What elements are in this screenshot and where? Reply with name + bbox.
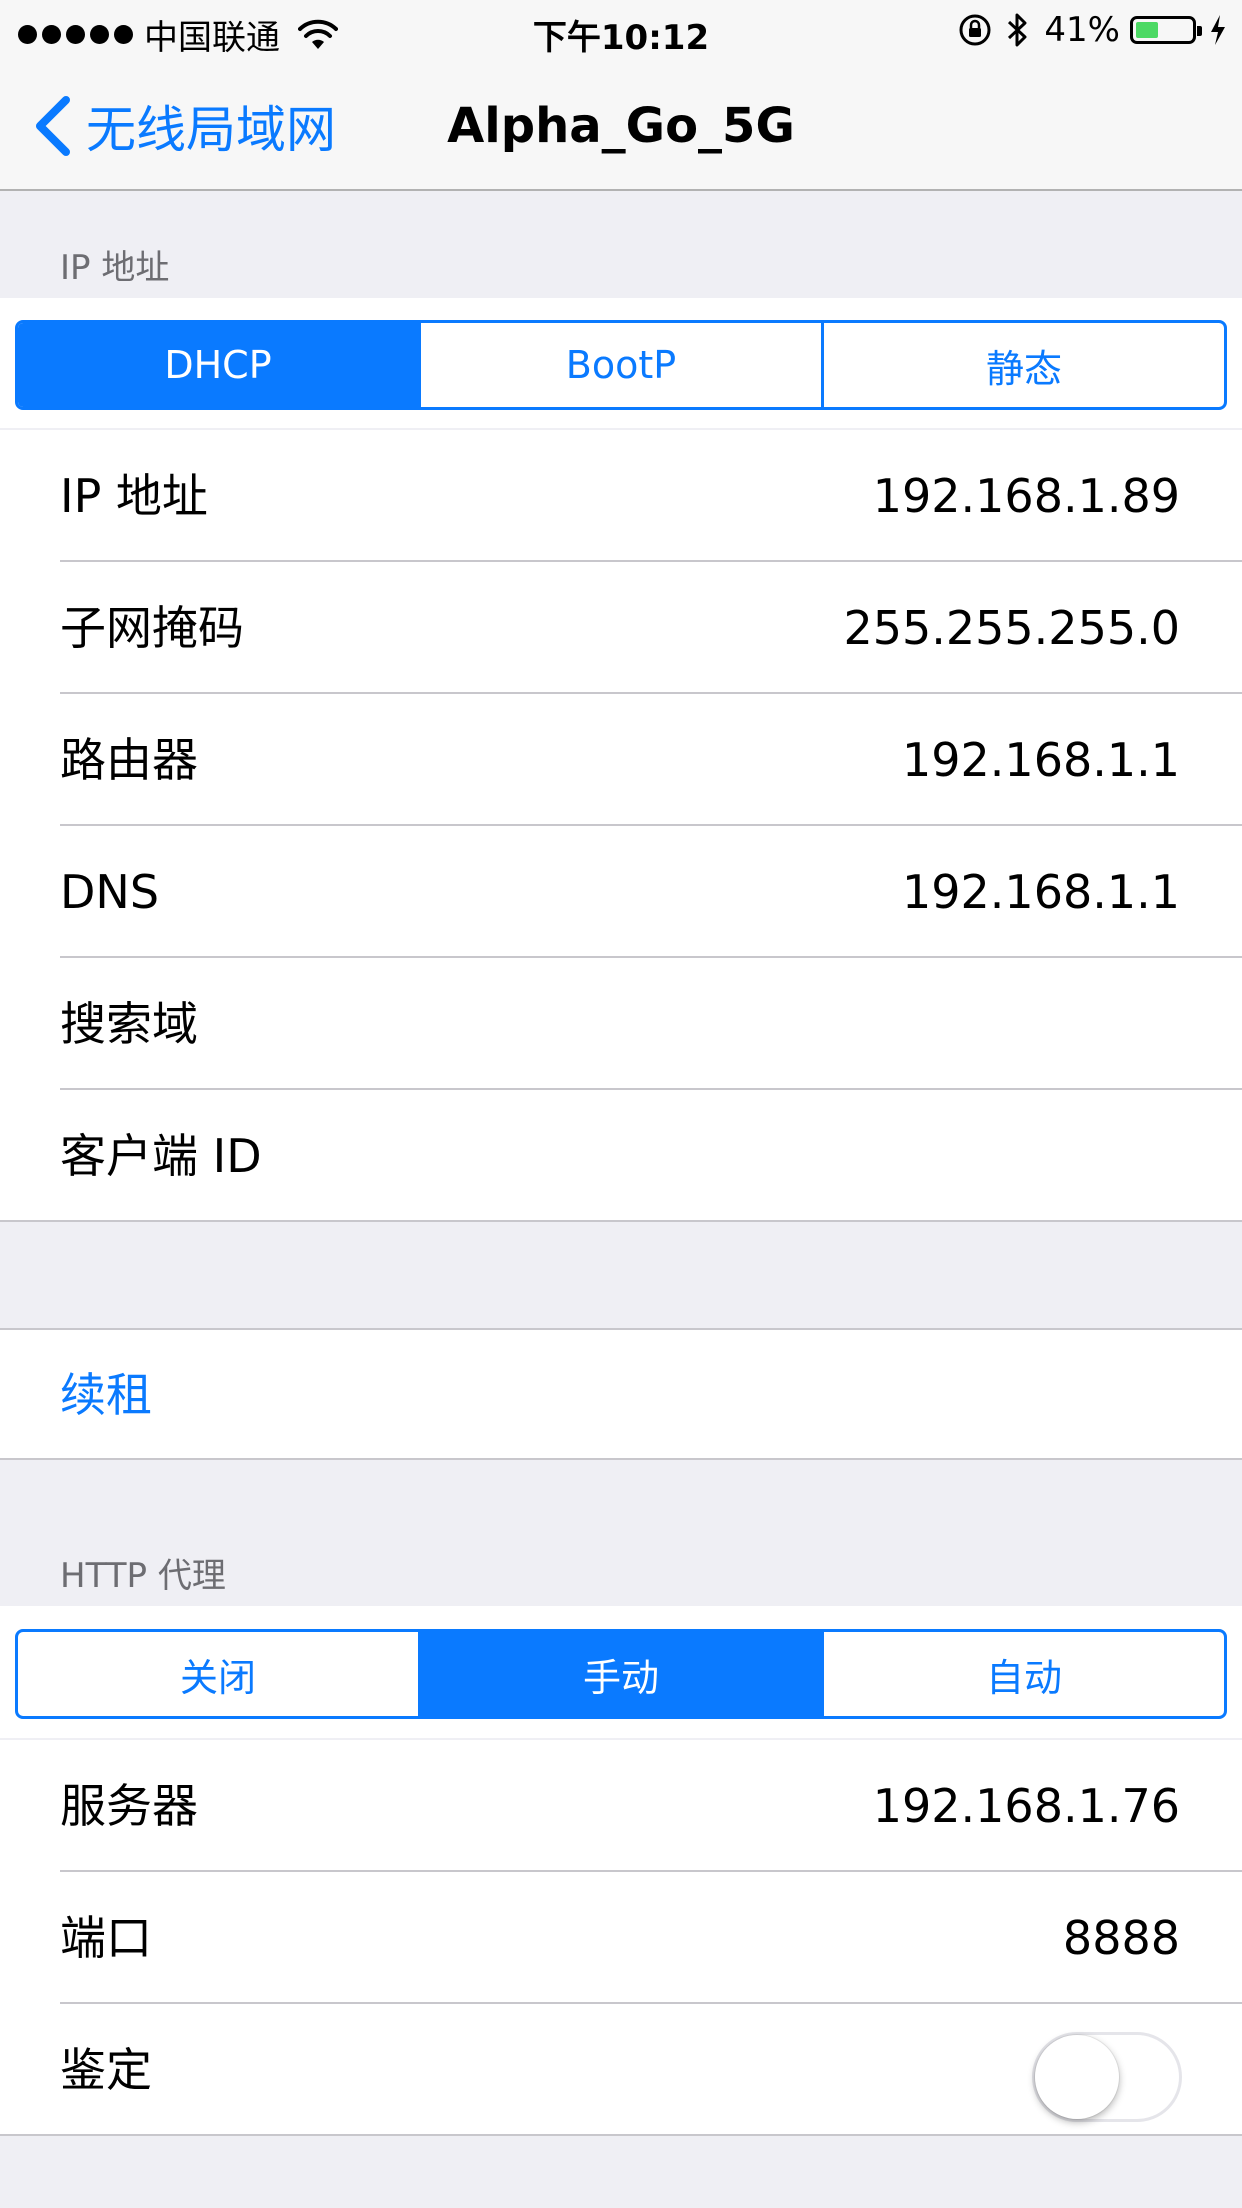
row-value: 192.168.1.1 [902,865,1180,919]
row-label: 子网掩码 [60,601,244,655]
row-ip-address: IP 地址 192.168.1.89 [0,430,1242,562]
row-label: 搜索域 [60,997,198,1051]
proxy-section-header: HTTP 代理 [60,1556,226,1596]
battery-fill [1136,22,1158,38]
row-label: 路由器 [60,733,198,787]
row-label: 服务器 [60,1779,198,1833]
row-value: 192.168.1.1 [902,733,1180,787]
row-proxy-port[interactable]: 端口 8888 [0,1872,1242,2004]
ip-mode-segmented-control: DHCP BootP 静态 [15,320,1227,410]
page-title: Alpha_Go_5G [447,98,795,154]
segment-static[interactable]: 静态 [824,323,1224,407]
segment-manual[interactable]: 手动 [421,1632,824,1716]
row-dns: DNS 192.168.1.1 [0,826,1242,958]
row-divider [0,1220,1242,1222]
row-subnet-mask: 子网掩码 255.255.255.0 [0,562,1242,694]
authentication-toggle[interactable] [1032,2032,1182,2122]
bluetooth-icon [1008,13,1027,47]
row-label: IP 地址 [60,469,208,523]
row-label: DNS [60,865,160,919]
row-value[interactable]: 8888 [1063,1872,1180,2004]
row-value: 192.168.1.89 [872,469,1180,523]
row-divider [0,1458,1242,1460]
ip-section-header: IP 地址 [60,248,170,288]
row-value: 255.255.255.0 [843,601,1180,655]
segment-off[interactable]: 关闭 [18,1632,421,1716]
row-label: 客户端 ID [60,1129,262,1183]
row-authentication: 鉴定 [0,2004,1242,2136]
navigation-bar: 无线局域网 Alpha_Go_5G [0,60,1242,191]
row-label: 鉴定 [60,2043,152,2097]
row-value[interactable]: 192.168.1.76 [873,1740,1180,1872]
row-router: 路由器 192.168.1.1 [0,694,1242,826]
row-client-id[interactable]: 客户端 ID [0,1090,1242,1222]
status-bar-right: 41% [944,10,1228,50]
segment-dhcp[interactable]: DHCP [18,323,421,407]
battery-icon [1130,16,1202,44]
segment-auto[interactable]: 自动 [824,1632,1224,1716]
row-label: 端口 [60,1911,152,1965]
charging-bolt-icon [1211,15,1225,45]
proxy-mode-segmented-control: 关闭 手动 自动 [15,1629,1227,1719]
row-divider [0,2134,1242,2136]
rotation-lock-icon [959,14,991,46]
status-bar: 中国联通 下午10:12 41% [0,0,1242,60]
renew-lease-row[interactable]: 续租 [0,1330,1242,1460]
row-proxy-server[interactable]: 服务器 192.168.1.76 [0,1740,1242,1872]
row-search-domain[interactable]: 搜索域 [0,958,1242,1090]
renew-lease-button[interactable]: 续租 [60,1330,152,1460]
battery-percent: 41% [1044,10,1120,50]
battery-nub [1197,26,1202,36]
toggle-knob [1035,2035,1119,2119]
segment-bootp[interactable]: BootP [421,323,824,407]
